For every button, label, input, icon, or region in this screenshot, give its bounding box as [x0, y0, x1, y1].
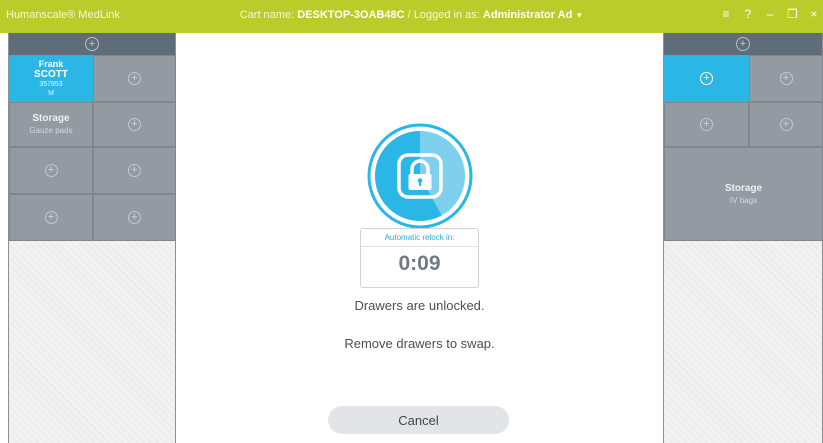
user-name[interactable]: Administrator Ad: [483, 9, 572, 21]
countdown-value: 0:09: [398, 252, 441, 275]
patient-sex: M: [48, 90, 54, 97]
empty-drawer[interactable]: +: [749, 55, 823, 102]
empty-drawer[interactable]: +: [93, 55, 176, 102]
plus-circle-icon: +: [700, 72, 713, 85]
minimize-icon[interactable]: –: [765, 7, 775, 21]
left-panel-header[interactable]: +: [9, 33, 175, 55]
title-bar: Humanscale® MedLink Cart name: DESKTOP-3…: [0, 0, 823, 33]
plus-circle-icon: +: [44, 164, 58, 177]
cart-info: Cart name: DESKTOP-3OAB48C / Logged in a…: [0, 9, 823, 21]
storage-title: Storage: [32, 113, 70, 124]
empty-drawer[interactable]: +: [93, 194, 176, 241]
window-controls: ≡ ? – ❐ ×: [721, 7, 819, 21]
chevron-down-icon[interactable]: ▼: [575, 11, 583, 20]
right-panel-header[interactable]: +: [664, 33, 822, 55]
help-icon[interactable]: ?: [743, 7, 753, 21]
cart-separator: /: [407, 9, 411, 21]
user-dropdown[interactable]: Administrator Ad ▼: [483, 9, 583, 21]
cart-name-label: Cart name:: [239, 9, 295, 21]
plus-circle-icon: +: [128, 164, 141, 177]
timer-divider: [361, 246, 478, 247]
close-icon[interactable]: ×: [809, 7, 819, 21]
empty-drawer[interactable]: +: [664, 102, 749, 147]
storage-subtitle: Gauze pads: [29, 126, 73, 135]
relock-timer: Automatic relock in: 0:09: [360, 228, 479, 288]
patient-id: 357853: [39, 81, 63, 88]
left-drawer-panel: + Frank SCOTT 357853 M + Storage Gauze p…: [8, 33, 176, 443]
patient-last-name: SCOTT: [34, 69, 68, 80]
menu-icon[interactable]: ≡: [721, 7, 731, 21]
cart-name-value: DESKTOP-3OAB48C: [297, 9, 405, 21]
plus-circle-icon[interactable]: +: [736, 37, 750, 51]
storage-subtitle: IV bags: [729, 195, 758, 205]
patient-drawer[interactable]: Frank SCOTT 357853 M: [9, 55, 93, 102]
empty-drawer[interactable]: +: [9, 194, 93, 241]
storage-drawer[interactable]: Storage IV bags: [664, 147, 823, 241]
plus-circle-icon[interactable]: +: [85, 37, 99, 51]
empty-drawer[interactable]: +: [9, 147, 93, 194]
padlock-icon: [367, 123, 473, 229]
empty-drawer[interactable]: +: [93, 147, 176, 194]
plus-circle-icon: +: [779, 118, 793, 131]
cancel-button[interactable]: Cancel: [328, 406, 509, 434]
right-drawer-panel: + + + + + Storage IV bags: [663, 33, 823, 443]
relock-progress-ring: [367, 123, 473, 229]
plus-circle-icon: +: [44, 211, 58, 224]
logged-in-label: Logged in as:: [413, 9, 480, 21]
plus-circle-icon: +: [779, 72, 793, 85]
storage-title: Storage: [724, 182, 763, 194]
restore-icon[interactable]: ❐: [787, 7, 798, 21]
plus-circle-icon: +: [700, 118, 713, 131]
plus-circle-icon: +: [128, 72, 141, 85]
unlock-dialog: Automatic relock in: 0:09 Drawers are un…: [176, 33, 663, 443]
unlocked-message: Drawers are unlocked.: [354, 298, 485, 313]
plus-circle-icon: +: [128, 211, 141, 224]
swap-instruction: Remove drawers to swap.: [344, 336, 495, 351]
selected-empty-drawer[interactable]: +: [664, 55, 749, 102]
relock-label: Automatic relock in:: [384, 233, 455, 242]
storage-drawer[interactable]: Storage Gauze pads: [9, 102, 93, 147]
patient-first-name: Frank: [38, 59, 64, 69]
empty-drawer[interactable]: +: [749, 102, 823, 147]
empty-drawer[interactable]: +: [93, 102, 176, 147]
plus-circle-icon: +: [128, 118, 141, 131]
